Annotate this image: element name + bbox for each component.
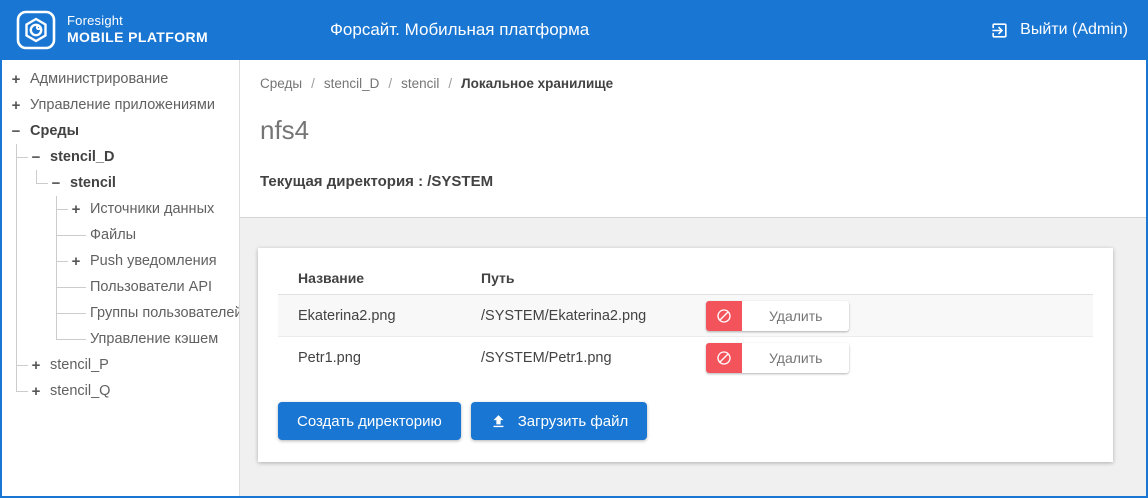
upload-file-label: Загрузить файл: [518, 413, 628, 430]
file-table-card: Название Путь Ekaterina2.png /SYSTEM/Eka…: [258, 248, 1113, 462]
tree-item-label[interactable]: Пользователи API: [90, 279, 212, 295]
content-area: Среды / stencil_D / stencil / Локальное …: [240, 60, 1146, 496]
tree-item-label[interactable]: stencil_P: [50, 357, 109, 373]
main-area: + Администрирование + Управление приложе…: [2, 60, 1146, 496]
collapse-minus-icon[interactable]: −: [50, 176, 62, 191]
tree-item-label[interactable]: stencil: [70, 175, 116, 191]
expand-plus-icon[interactable]: +: [30, 358, 42, 373]
page-header-section: Среды / stencil_D / stencil / Локальное …: [240, 60, 1146, 218]
collapse-minus-icon[interactable]: −: [10, 124, 22, 139]
breadcrumb-separator: /: [311, 76, 315, 91]
tree-item-api-users[interactable]: Пользователи API: [70, 274, 235, 300]
logout-button[interactable]: Выйти (Admin): [990, 21, 1128, 40]
sidebar-nav: + Администрирование + Управление приложе…: [2, 60, 240, 496]
tree-item-stencil-d[interactable]: − stencil_D − stencil: [30, 144, 235, 352]
brand-product: MOBILE PLATFORM: [67, 29, 208, 47]
breadcrumb: Среды / stencil_D / stencil / Локальное …: [260, 76, 1118, 91]
tree-item-data-sources[interactable]: + Источники данных: [70, 196, 235, 222]
tree-item-label[interactable]: Администрирование: [30, 71, 168, 87]
column-header-path: Путь: [481, 270, 706, 286]
page-body: Название Путь Ekaterina2.png /SYSTEM/Eka…: [240, 218, 1146, 496]
tree-item-files[interactable]: Файлы: [70, 222, 235, 248]
tree-item-user-groups[interactable]: Группы пользователей: [70, 300, 235, 326]
brand-logo-text: Foresight MOBILE PLATFORM: [67, 13, 208, 47]
file-name-cell: Petr1.png: [298, 350, 481, 366]
breadcrumb-current: Локальное хранилище: [461, 76, 613, 91]
breadcrumb-stencil-d[interactable]: stencil_D: [324, 76, 380, 91]
file-name-cell: Ekaterina2.png: [298, 308, 481, 324]
tree-item-label[interactable]: Управление кэшем: [90, 331, 218, 347]
table-header-row: Название Путь: [278, 262, 1093, 295]
expand-plus-icon[interactable]: +: [30, 384, 42, 399]
tree-item-stencil[interactable]: − stencil + Источники данных: [50, 170, 235, 352]
tree-item-stencil-p[interactable]: + stencil_P: [30, 352, 235, 378]
nav-tree: + Администрирование + Управление приложе…: [10, 66, 235, 404]
tree-item-label[interactable]: Push уведомления: [90, 253, 217, 269]
upload-icon: [490, 413, 507, 430]
top-header-bar: Foresight MOBILE PLATFORM Форсайт. Мобил…: [2, 0, 1146, 60]
tree-item-label[interactable]: Файлы: [90, 227, 136, 243]
expand-plus-icon[interactable]: +: [70, 202, 82, 217]
tree-item-stencil-q[interactable]: + stencil_Q: [30, 378, 235, 404]
expand-plus-icon[interactable]: +: [70, 254, 82, 269]
column-header-name: Название: [298, 270, 481, 286]
expand-plus-icon[interactable]: +: [10, 72, 22, 87]
tree-item-environments[interactable]: − Среды − stencil_D: [10, 118, 235, 404]
current-directory-label: Текущая директория : /SYSTEM: [260, 173, 1118, 190]
tree-item-label[interactable]: Источники данных: [90, 201, 214, 217]
app-window: Foresight MOBILE PLATFORM Форсайт. Мобил…: [0, 0, 1148, 498]
block-icon: [706, 343, 742, 373]
logout-label: Выйти (Admin): [1020, 21, 1128, 39]
delete-file-button[interactable]: Удалить: [706, 301, 849, 331]
brand-logo: Foresight MOBILE PLATFORM: [16, 10, 208, 50]
app-title: Форсайт. Мобильная платформа: [330, 20, 589, 40]
upload-file-button[interactable]: Загрузить файл: [471, 402, 647, 440]
brand-name: Foresight: [67, 13, 208, 29]
logout-icon: [990, 21, 1009, 40]
breadcrumb-stencil[interactable]: stencil: [401, 76, 439, 91]
card-actions: Создать директорию Загрузить файл: [278, 402, 1093, 440]
tree-item-label[interactable]: Группы пользователей: [90, 305, 240, 321]
tree-item-cache-management[interactable]: Управление кэшем: [70, 326, 235, 352]
breadcrumb-separator: /: [448, 76, 452, 91]
table-row: Ekaterina2.png /SYSTEM/Ekaterina2.png Уд…: [278, 295, 1093, 337]
expand-plus-icon[interactable]: +: [10, 98, 22, 113]
tree-item-app-management[interactable]: + Управление приложениями: [10, 92, 235, 118]
foresight-logo-icon: [16, 10, 56, 50]
delete-button-label: Удалить: [742, 301, 849, 331]
breadcrumb-separator: /: [388, 76, 392, 91]
file-path-cell: /SYSTEM/Ekaterina2.png: [481, 308, 706, 324]
page-title: nfs4: [260, 115, 1118, 146]
delete-file-button[interactable]: Удалить: [706, 343, 849, 373]
tree-item-label[interactable]: stencil_Q: [50, 383, 110, 399]
block-icon: [706, 301, 742, 331]
tree-item-push-notifications[interactable]: + Push уведомления: [70, 248, 235, 274]
create-directory-button[interactable]: Создать директорию: [278, 402, 461, 440]
delete-button-label: Удалить: [742, 343, 849, 373]
table-row: Petr1.png /SYSTEM/Petr1.png Удалить: [278, 337, 1093, 379]
breadcrumb-environments[interactable]: Среды: [260, 76, 302, 91]
tree-item-administration[interactable]: + Администрирование: [10, 66, 235, 92]
tree-item-label[interactable]: Среды: [30, 123, 79, 139]
tree-item-label[interactable]: stencil_D: [50, 149, 114, 165]
create-directory-label: Создать директорию: [297, 413, 442, 430]
collapse-minus-icon[interactable]: −: [30, 150, 42, 165]
file-path-cell: /SYSTEM/Petr1.png: [481, 350, 706, 366]
tree-item-label[interactable]: Управление приложениями: [30, 97, 215, 113]
